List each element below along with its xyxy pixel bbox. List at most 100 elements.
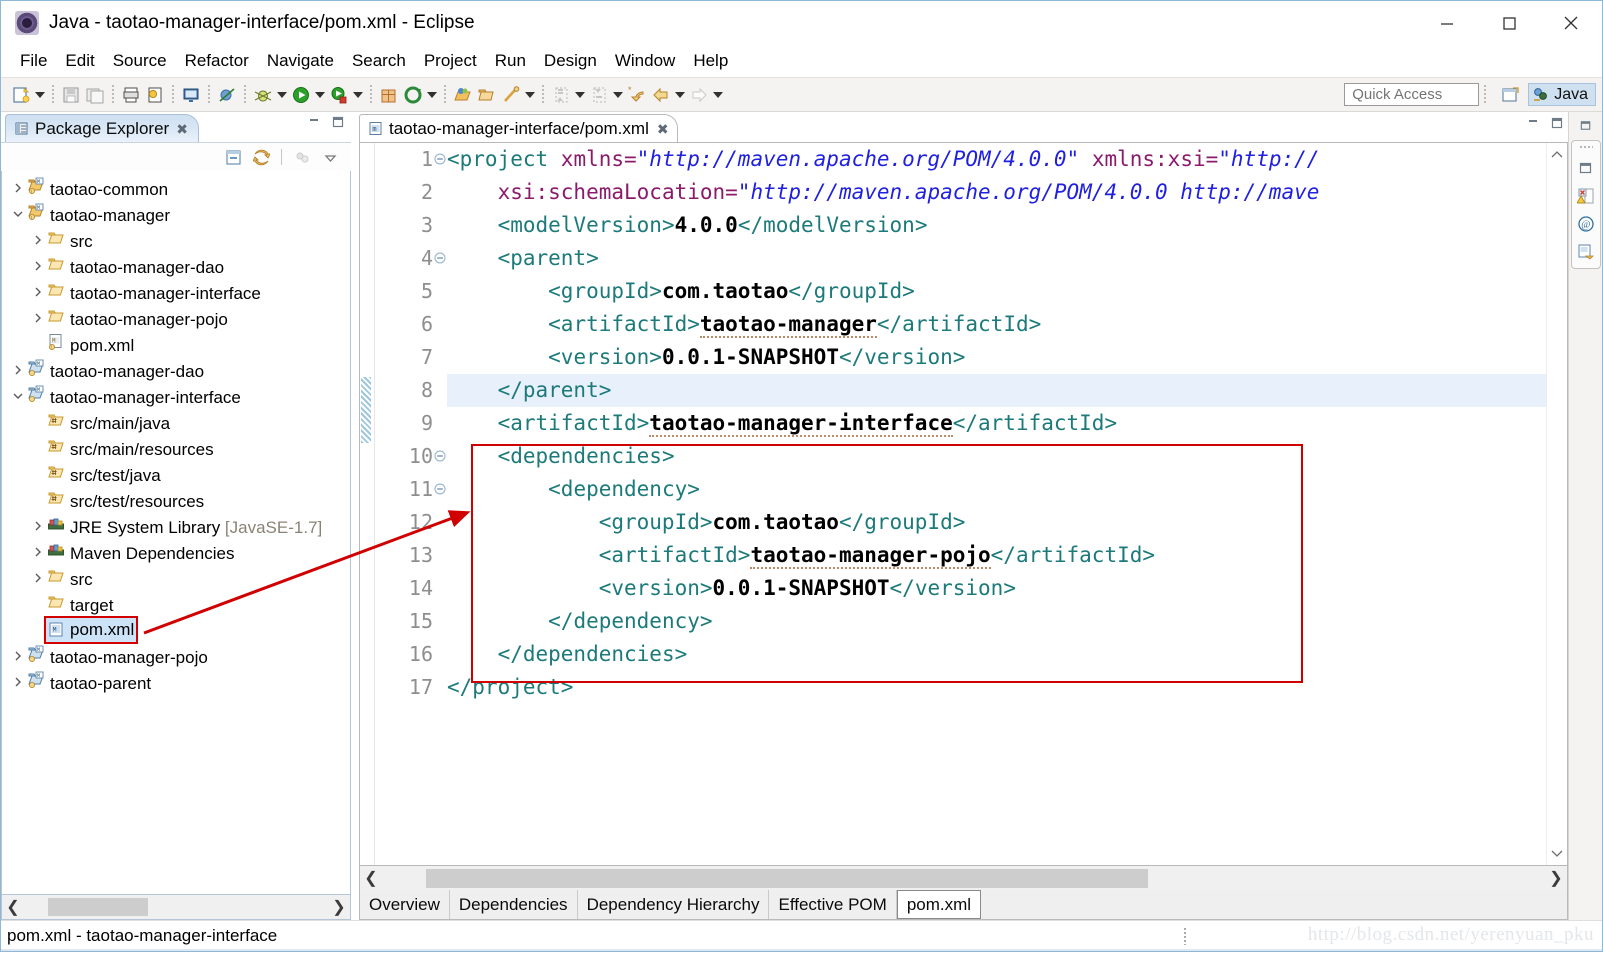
- status-resize-grip[interactable]: [1183, 927, 1187, 945]
- maximize-icon[interactable]: [1478, 1, 1540, 45]
- editor-marker-column[interactable]: [360, 143, 375, 865]
- code-line[interactable]: </dependency>: [447, 605, 1546, 638]
- perspective-java-button[interactable]: Java: [1528, 83, 1596, 106]
- chevron-right-icon[interactable]: [30, 232, 46, 248]
- code-line[interactable]: <project xmlns="http://maven.apache.org/…: [447, 143, 1546, 176]
- forward-icon[interactable]: [688, 84, 710, 106]
- run-last-tool-icon[interactable]: [328, 84, 350, 106]
- debug-dropdown-arrow[interactable]: [275, 85, 289, 105]
- fold-collapse-icon[interactable]: [434, 252, 446, 264]
- menu-window[interactable]: Window: [606, 49, 684, 73]
- tree-item-taotao-parent[interactable]: Mtaotao-parent: [2, 669, 350, 695]
- tree-item-jre-system-library[interactable]: JRE System Library [JavaSE-1.7]: [2, 513, 350, 539]
- menu-source[interactable]: Source: [104, 49, 176, 73]
- tree-item-src-main-resources[interactable]: src/main/resources: [2, 435, 350, 461]
- new-class-dropdown-arrow[interactable]: [425, 85, 439, 105]
- code-line[interactable]: xsi:schemaLocation="http://maven.apache.…: [447, 176, 1546, 209]
- tree-item-taotao-manager-pojo[interactable]: taotao-manager-pojo: [2, 305, 350, 331]
- chevron-right-icon[interactable]: [30, 544, 46, 560]
- tree-item-taotao-manager-pojo[interactable]: Mtaotao-manager-pojo: [2, 643, 350, 669]
- code-line[interactable]: <artifactId>taotao-manager-interface</ar…: [447, 407, 1546, 440]
- chevron-right-icon[interactable]: [10, 180, 26, 196]
- tree-item-src-test-resources[interactable]: src/test/resources: [2, 487, 350, 513]
- view-chevron-icon[interactable]: [319, 146, 341, 168]
- minimize-editor-icon[interactable]: [1526, 116, 1540, 130]
- restore-view-icon[interactable]: [1579, 118, 1593, 132]
- javadoc-view-icon[interactable]: @: [1576, 214, 1596, 234]
- chevron-right-icon[interactable]: [30, 518, 46, 534]
- chevron-right-icon[interactable]: [10, 362, 26, 378]
- scroll-left-icon[interactable]: ❮: [360, 868, 382, 888]
- previous-annotation-dropdown-arrow[interactable]: [611, 85, 625, 105]
- code-line[interactable]: <version>0.0.1-SNAPSHOT</version>: [447, 341, 1546, 374]
- menu-refactor[interactable]: Refactor: [176, 49, 258, 73]
- maximize-editor-icon[interactable]: [1550, 116, 1564, 130]
- scroll-down-icon[interactable]: [1549, 845, 1565, 861]
- tab-package-explorer[interactable]: Package Explorer ✖: [5, 114, 199, 142]
- tree-item-maven-dependencies[interactable]: Maven Dependencies: [2, 539, 350, 565]
- tree-item-taotao-manager-dao[interactable]: Mtaotao-manager-dao: [2, 357, 350, 383]
- editor-hscrollbar[interactable]: ❮ ❯: [359, 866, 1568, 890]
- chevron-right-icon[interactable]: [30, 284, 46, 300]
- new-java-class-icon[interactable]: [402, 84, 424, 106]
- code-line[interactable]: <artifactId>taotao-manager</artifactId>: [447, 308, 1546, 341]
- maximize-view-icon[interactable]: [331, 115, 345, 129]
- code-line[interactable]: <groupId>com.taotao</groupId>: [447, 275, 1546, 308]
- tree-item-target[interactable]: target: [2, 591, 350, 617]
- open-console-icon[interactable]: [180, 84, 202, 106]
- new-wizard-icon[interactable]: [10, 84, 32, 106]
- code-line[interactable]: <artifactId>taotao-manager-pojo</artifac…: [447, 539, 1546, 572]
- minimize-view-icon[interactable]: [307, 115, 321, 129]
- view-menu-icon[interactable]: [291, 146, 313, 168]
- code-line[interactable]: <parent>: [447, 242, 1546, 275]
- form-tab-dependencies[interactable]: Dependencies: [450, 890, 578, 919]
- debug-icon[interactable]: [252, 84, 274, 106]
- form-tab-dependency-hierarchy[interactable]: Dependency Hierarchy: [578, 890, 770, 919]
- editor-hscroll-thumb[interactable]: [426, 869, 1148, 888]
- code-line[interactable]: </project>: [447, 671, 1546, 704]
- tree-item-taotao-common[interactable]: M! taotao-common: [2, 175, 350, 201]
- code-line[interactable]: </parent>: [447, 374, 1546, 407]
- problems-view-icon[interactable]: [1576, 186, 1596, 206]
- tree-item-pom-xml[interactable]: Mpom.xml: [2, 616, 350, 644]
- menu-run[interactable]: Run: [486, 49, 535, 73]
- fold-collapse-icon[interactable]: [434, 450, 446, 462]
- form-tab-effective-pom[interactable]: Effective POM: [769, 890, 897, 919]
- declaration-view-icon[interactable]: [1576, 242, 1596, 262]
- chevron-down-icon[interactable]: [10, 388, 26, 404]
- tree-item-taotao-manager-interface[interactable]: Mtaotao-manager-interface: [2, 383, 350, 409]
- menu-search[interactable]: Search: [343, 49, 415, 73]
- chevron-right-icon[interactable]: [30, 310, 46, 326]
- previous-annotation-icon[interactable]: [588, 84, 610, 106]
- scroll-left-icon[interactable]: ❮: [2, 897, 24, 917]
- open-type-icon[interactable]: [452, 84, 474, 106]
- search-icon[interactable]: [500, 84, 522, 106]
- annotation-icon[interactable]: [144, 84, 166, 106]
- code-line[interactable]: <modelVersion>4.0.0</modelVersion>: [447, 209, 1546, 242]
- quick-access-input[interactable]: [1344, 83, 1480, 106]
- new-java-package-icon[interactable]: [378, 84, 400, 106]
- menu-help[interactable]: Help: [684, 49, 737, 73]
- collapse-all-icon[interactable]: [222, 146, 244, 168]
- run-icon[interactable]: [290, 84, 312, 106]
- fold-collapse-icon[interactable]: [434, 483, 446, 495]
- code-line[interactable]: <groupId>com.taotao</groupId>: [447, 506, 1546, 539]
- minimize-icon[interactable]: [1416, 1, 1478, 45]
- new-wizard-dropdown-arrow[interactable]: [33, 85, 47, 105]
- code-line[interactable]: <dependency>: [447, 473, 1546, 506]
- drag-handle-dots[interactable]: [1578, 145, 1593, 150]
- close-tab-icon[interactable]: ✖: [657, 122, 669, 136]
- editor-hscroll-track[interactable]: [382, 868, 1545, 888]
- open-perspective-icon[interactable]: [1497, 83, 1523, 107]
- back-dropdown-arrow[interactable]: [673, 85, 687, 105]
- search-dropdown-arrow[interactable]: [523, 85, 537, 105]
- code-line[interactable]: <version>0.0.1-SNAPSHOT</version>: [447, 572, 1546, 605]
- form-tab-pom-xml[interactable]: pom.xml: [896, 890, 982, 919]
- editor-code-content[interactable]: <project xmlns="http://maven.apache.org/…: [447, 143, 1546, 865]
- pom-editor-form-tabs[interactable]: Overview Dependencies Dependency Hierarchy…: [359, 890, 1568, 920]
- chevron-down-icon[interactable]: [10, 206, 26, 222]
- package-explorer-hscrollbar[interactable]: ❮ ❯: [1, 894, 351, 920]
- chevron-right-icon[interactable]: [30, 258, 46, 274]
- code-line[interactable]: </dependencies>: [447, 638, 1546, 671]
- fold-collapse-icon[interactable]: [434, 153, 446, 165]
